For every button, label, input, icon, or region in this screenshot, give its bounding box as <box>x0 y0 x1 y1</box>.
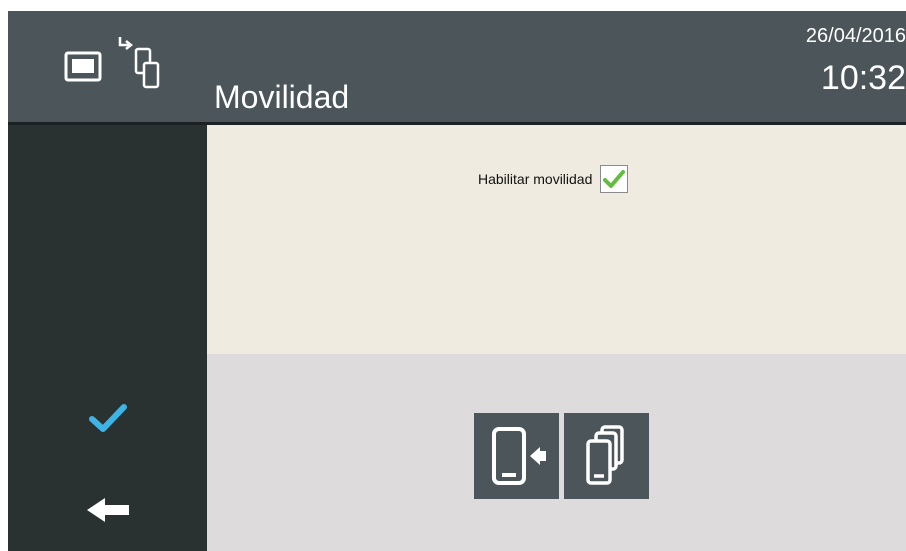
mobility-transfer-icon <box>64 37 160 89</box>
checkmark-icon <box>89 404 127 432</box>
header-bar: Movilidad 26/04/2016 10:32 <box>8 11 906 122</box>
settings-panel: Habilitar movilidad <box>207 125 906 354</box>
back-arrow-icon <box>87 498 129 522</box>
confirm-button[interactable] <box>78 393 138 443</box>
enable-mobility-checkbox[interactable] <box>600 165 629 193</box>
pair-phone-button[interactable] <box>474 413 559 499</box>
sidebar <box>8 125 207 551</box>
multiple-devices-button[interactable] <box>564 413 649 499</box>
page-title: Movilidad <box>214 79 350 115</box>
pair-phone-icon <box>491 427 546 485</box>
action-panel <box>207 354 906 551</box>
green-check-icon <box>603 170 626 188</box>
date-display: 26/04/2016 <box>805 25 906 47</box>
back-button[interactable] <box>78 485 138 535</box>
enable-mobility-label: Habilitar movilidad <box>478 171 593 187</box>
multiple-devices-icon <box>585 425 624 485</box>
enable-mobility-option: Habilitar movilidad <box>478 165 629 193</box>
device-screen: Movilidad 26/04/2016 10:32 Habilitar mov… <box>8 11 906 551</box>
time-display: 10:32 <box>820 59 906 97</box>
